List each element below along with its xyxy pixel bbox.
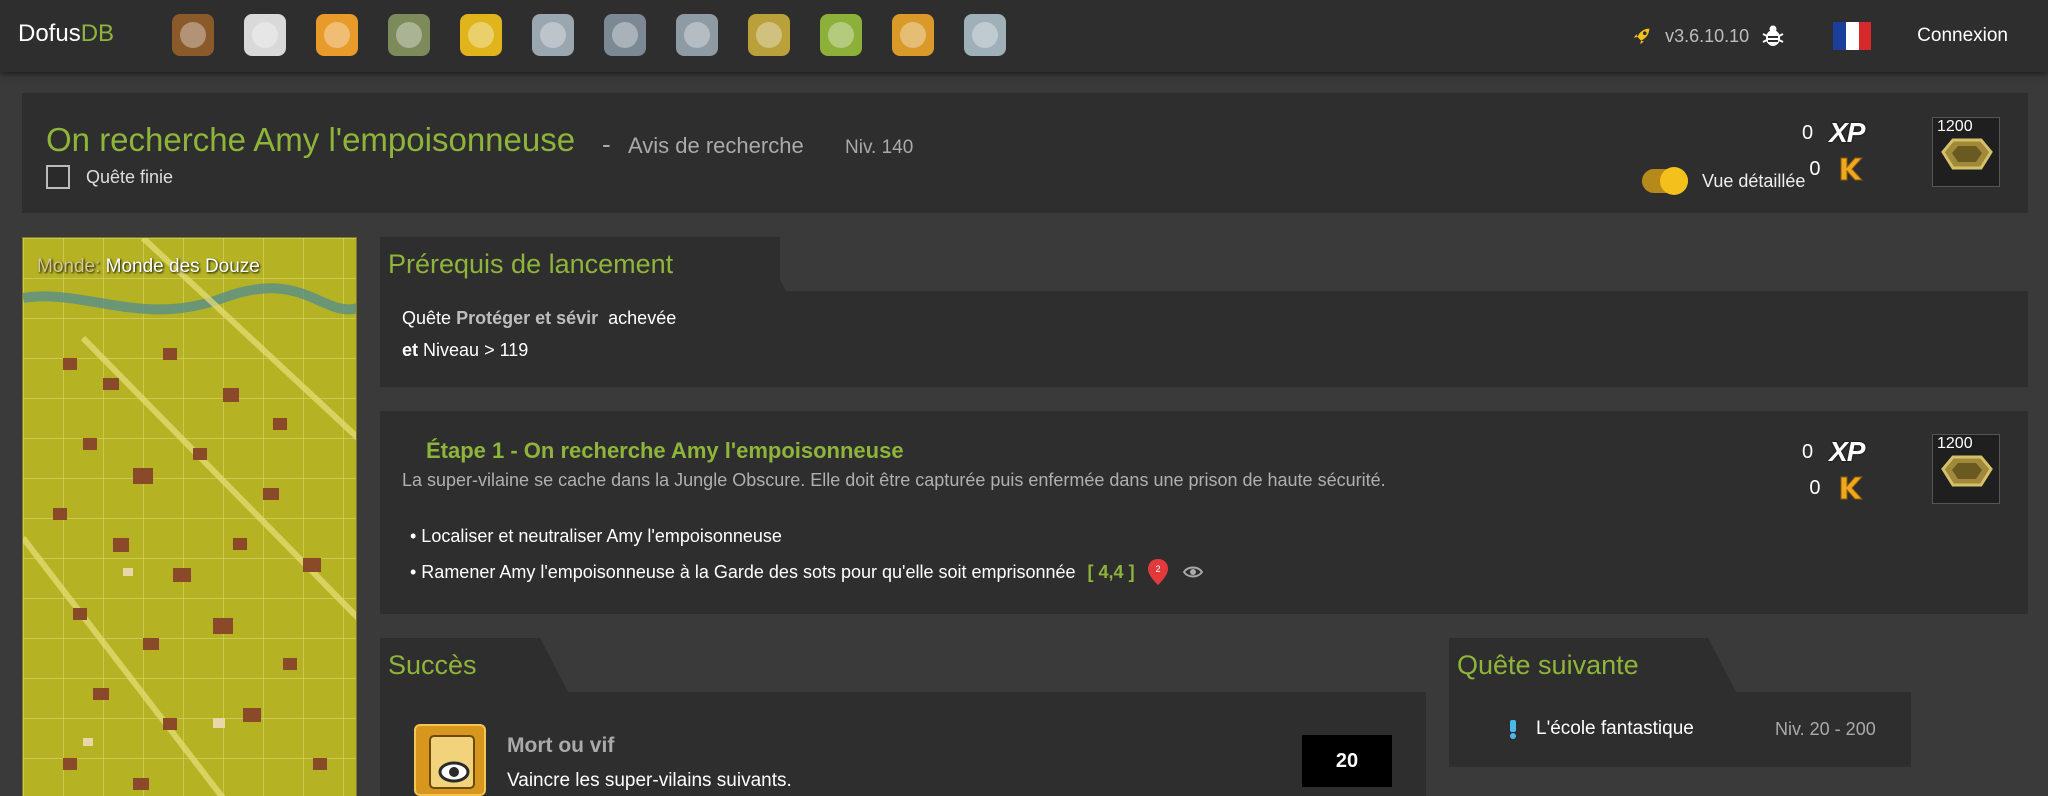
xp-icon: XP xyxy=(1829,117,1865,148)
login-button[interactable]: Connexion xyxy=(1917,25,2008,47)
step-kamas-amount: 0 xyxy=(1809,476,1821,499)
success-heading: Succès xyxy=(388,650,477,680)
achievement-icon[interactable] xyxy=(414,724,486,796)
resources-icon[interactable] xyxy=(748,14,790,56)
next-quest-heading: Quête suivante xyxy=(1457,650,1639,680)
version-label: v3.6.10.10 xyxy=(1665,25,1750,46)
reward-item-slot[interactable]: 1200 xyxy=(1932,117,2000,187)
tab-corner xyxy=(736,237,786,291)
classes-icon[interactable] xyxy=(316,14,358,56)
french-flag-icon[interactable] xyxy=(1833,22,1872,50)
step-xp-amount: 0 xyxy=(1802,440,1814,463)
step-rewards: 0 XP 0 xyxy=(1802,436,1865,502)
prereq-line-2: et Niveau > 119 xyxy=(402,340,529,360)
toggle-switch[interactable] xyxy=(1642,167,1688,195)
prereq-heading: Prérequis de lancement xyxy=(388,249,674,279)
step-title: Étape 1 - On recherche Amy l'empoisonneu… xyxy=(426,438,904,463)
map-world-label: Monde: Monde des Douze xyxy=(37,256,260,277)
next-quest-item[interactable]: L'école fantastique xyxy=(1506,718,1694,740)
sets-icon[interactable] xyxy=(388,14,430,56)
navbar-right: v3.6.10.10 Connexion xyxy=(1631,0,2048,72)
almanax-icon[interactable] xyxy=(676,14,718,56)
detailed-view-label: Vue détaillée xyxy=(1702,170,1806,191)
map-coordinates[interactable]: [ 4,4 ] xyxy=(1088,562,1135,583)
quest-title: On recherche Amy l'empoisonneuse xyxy=(46,121,576,158)
bug-report-icon[interactable] xyxy=(1761,24,1785,48)
quest-done-checkbox[interactable]: Quête finie xyxy=(46,165,173,189)
step-xp-icon: XP xyxy=(1829,436,1865,467)
svg-text:2: 2 xyxy=(1155,564,1160,574)
mounts-icon[interactable] xyxy=(820,14,862,56)
objective-2: • Ramener Amy l'empoisonneuse à la Garde… xyxy=(410,558,1203,586)
achievement-points: 20 xyxy=(1302,735,1392,787)
step-reward-item-slot[interactable]: 1200 xyxy=(1932,434,2000,504)
xp-amount: 0 xyxy=(1802,121,1814,144)
kamas-icon xyxy=(1840,157,1864,181)
world-map[interactable]: Monde: Monde des Douze xyxy=(22,237,357,796)
top-navbar: DofusDB v3.6.10.10 Connexion xyxy=(0,0,2048,72)
monsters-icon[interactable] xyxy=(244,14,286,56)
tab-corner xyxy=(518,638,568,692)
prereq-quest-link[interactable]: Protéger et sévir xyxy=(456,308,598,328)
kamas-amount: 0 xyxy=(1809,157,1821,180)
dungeons-icon[interactable] xyxy=(604,14,646,56)
quest-rewards: 0 XP 0 xyxy=(1802,117,1865,183)
map-icon[interactable] xyxy=(892,14,934,56)
next-quest-tab: Quête suivante xyxy=(1449,638,1689,692)
nav-icon-bar xyxy=(172,14,1006,56)
detailed-view-toggle[interactable]: Vue détaillée xyxy=(1642,167,1806,195)
checkbox[interactable] xyxy=(46,165,70,189)
quests-icon[interactable] xyxy=(532,14,574,56)
objective-1: • Localiser et neutraliser Amy l'empoiso… xyxy=(410,526,782,546)
map-pin-icon[interactable]: 2 xyxy=(1147,558,1169,586)
quest-header: On recherche Amy l'empoisonneuse - Avis … xyxy=(22,93,2028,213)
quest-done-label: Quête finie xyxy=(86,166,174,187)
success-tab: Succès xyxy=(380,638,526,692)
map-tiles xyxy=(23,238,356,796)
step-reward-item-count: 1200 xyxy=(1937,435,1973,452)
title-separator: - xyxy=(602,129,611,159)
rocket-icon[interactable] xyxy=(1631,25,1653,47)
achievement-description: Vaincre les super-vilains suivants. xyxy=(507,770,792,791)
exclamation-icon xyxy=(1510,720,1516,739)
prereq-line-1: Quête Protéger et sévir achevée xyxy=(402,308,677,328)
prereq-tab: Prérequis de lancement xyxy=(380,237,780,291)
next-quest-level: Niv. 20 - 200 xyxy=(1775,719,1876,739)
tools-icon[interactable] xyxy=(964,14,1006,56)
quest-category: Avis de recherche xyxy=(628,133,804,158)
kamas-icon xyxy=(1840,476,1864,500)
next-quest-name[interactable]: L'école fantastique xyxy=(1536,718,1694,740)
quest-level: Niv. 140 xyxy=(845,137,914,158)
reward-item-count: 1200 xyxy=(1937,118,1973,135)
prereq-panel xyxy=(380,291,2028,387)
brand-logo[interactable]: DofusDB xyxy=(18,20,114,48)
items-icon[interactable] xyxy=(172,14,214,56)
achievement-name[interactable]: Mort ou vif xyxy=(507,734,614,758)
achievements-icon[interactable] xyxy=(460,14,502,56)
step-description: La super-vilaine se cache dans la Jungle… xyxy=(402,470,1386,490)
eye-icon[interactable] xyxy=(1182,565,1203,579)
tab-corner xyxy=(1686,638,1736,692)
